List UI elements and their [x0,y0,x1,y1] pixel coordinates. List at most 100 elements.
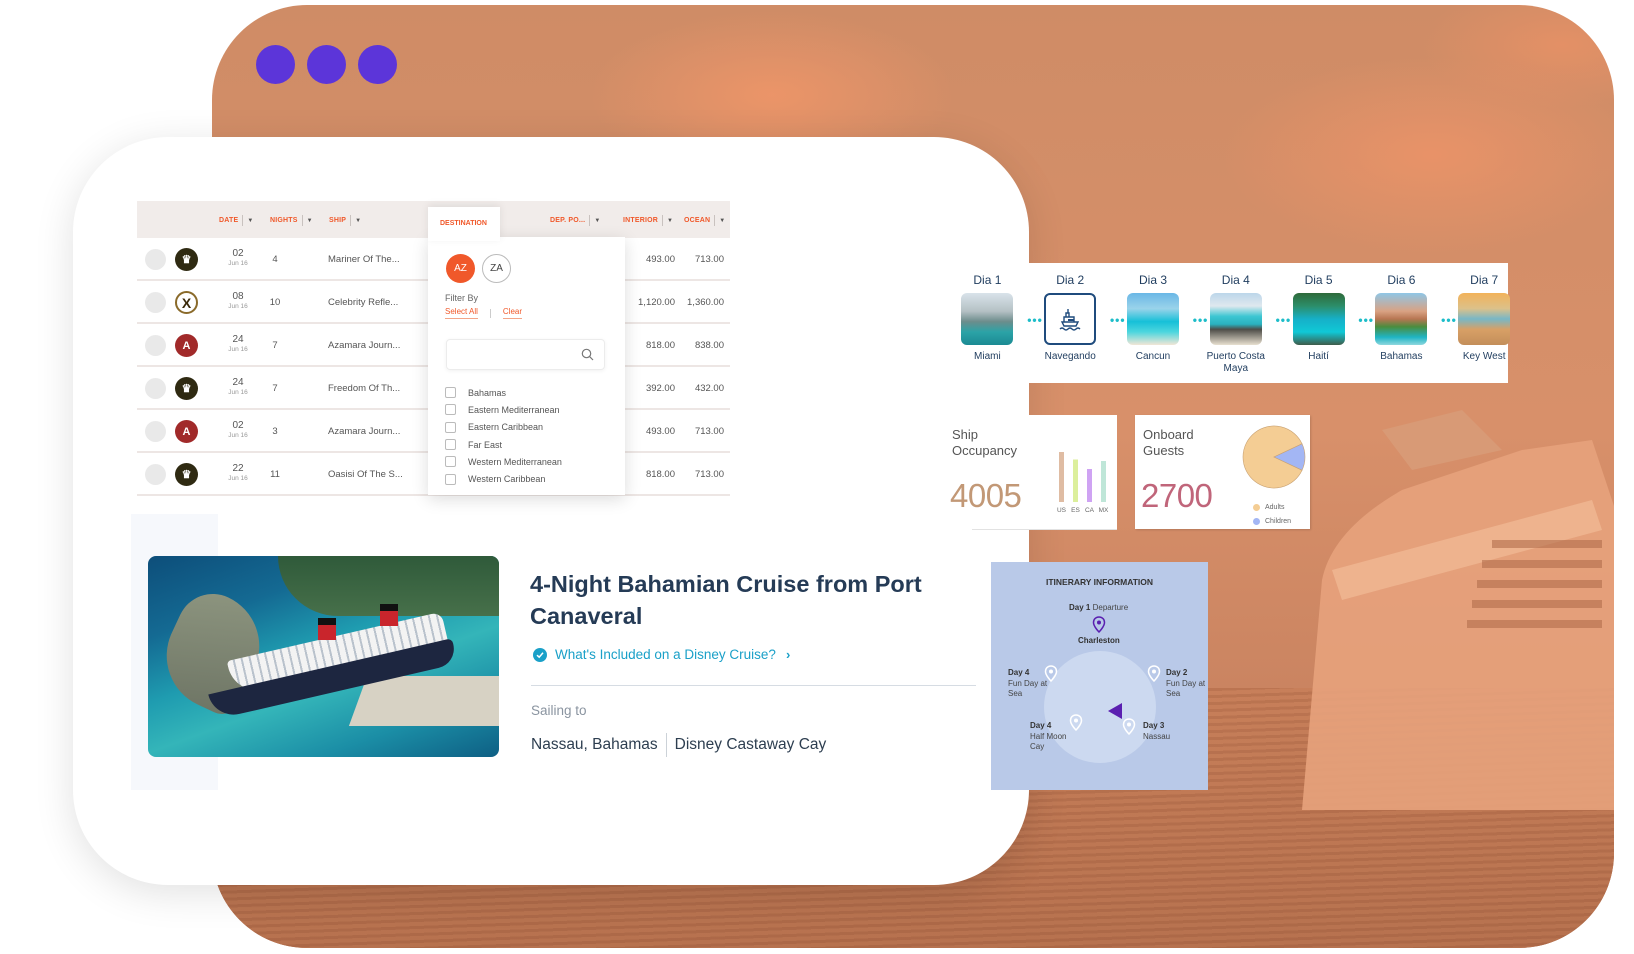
destination-option[interactable]: Bahamas [445,384,562,401]
checkbox[interactable] [445,456,456,468]
nights-cell: 7 [272,383,278,394]
bar-label: CA [1085,507,1095,514]
search-icon [581,348,594,361]
ship-cell: Mariner Of The... [328,254,400,265]
caret-down-icon[interactable]: ▼ [355,218,361,224]
row-select-radio[interactable] [145,378,166,399]
destination-option[interactable]: Western Caribbean [445,470,562,487]
ocean-price-cell: 432.00 [694,383,724,394]
destination-thumbnail[interactable] [1375,293,1428,345]
window-dot-icon[interactable] [307,45,346,84]
nights-cell: 11 [270,469,280,480]
destination-option[interactable]: Eastern Caribbean [445,419,562,436]
checkbox[interactable] [445,421,456,433]
day-item[interactable]: Dia 5 Haití ••• [1277,273,1373,375]
azamara-logo-icon: A [175,420,198,443]
map-pin-icon[interactable] [1147,665,1161,682]
checkbox[interactable] [445,473,456,485]
map-pin-active-icon[interactable] [1092,616,1106,633]
map-pin-icon[interactable] [1044,665,1058,682]
caret-down-icon[interactable]: ▼ [247,218,253,224]
destination-thumbnail[interactable] [1209,293,1262,345]
day-place: Miami [974,351,1001,362]
destination-option[interactable]: Far East [445,436,562,453]
column-header-date[interactable]: DATE ▼ [219,215,253,226]
bar-ca [1087,469,1092,502]
sort-ascending-button[interactable]: AZ [446,254,475,283]
destination-thumbnail[interactable] [961,293,1014,345]
day-label: Dia 7 [1470,273,1499,287]
legend-swatch [1253,503,1260,511]
whats-included-link[interactable]: What's Included on a Disney Cruise? › [533,647,790,662]
royal-caribbean-logo-icon: ♛ [175,377,198,400]
destination-option[interactable]: Western Mediterranean [445,453,562,470]
sail-date: 22 Jun 16 [228,463,248,482]
ship-cell: Freedom Of Th... [328,383,401,394]
column-header-destination[interactable]: DESTINATION [428,207,500,241]
day-label: Dia 5 [1304,273,1333,287]
interior-price-cell: 493.00 [645,426,675,437]
day-item[interactable]: Dia 7 Key West [1443,273,1526,375]
window-dot-icon[interactable] [256,45,295,84]
bar-us [1059,452,1064,502]
caret-down-icon[interactable]: ▼ [594,218,600,224]
destination-thumbnail[interactable] [1044,293,1097,345]
map-pin-icon[interactable] [1069,714,1083,731]
column-header-ship[interactable]: SHIP ▼ [329,215,361,226]
select-all-link[interactable]: Select All [445,307,478,319]
azamara-logo-icon: A [175,334,198,357]
caret-down-icon[interactable]: ▼ [307,218,313,224]
row-select-radio[interactable] [145,421,166,442]
clear-link[interactable]: Clear [502,307,523,319]
ship-occupancy-value: 4005 [950,477,1022,514]
divider [531,685,976,686]
day-item[interactable]: Dia 3 Cancun ••• [1112,273,1207,375]
column-header-interior[interactable]: INTERIOR ▼ [623,215,673,226]
cruise-ship-image [148,556,499,757]
itinerary-panel: ITINERARY INFORMATION Day 1 Departure Ch… [991,562,1208,790]
destination-thumbnail[interactable] [1292,293,1345,345]
column-header-dep-port[interactable]: DEP. PO... ▼ [550,215,600,226]
destination-search-input[interactable] [446,339,605,370]
royal-caribbean-logo-icon: ♛ [175,463,198,486]
destination-thumbnail[interactable] [1458,293,1511,345]
royal-caribbean-logo-icon: ♛ [175,248,198,271]
caret-down-icon[interactable]: ▼ [719,218,725,224]
onboard-guests-value: 2700 [1141,477,1213,514]
ship-icon [1059,309,1081,331]
sort-descending-button[interactable]: ZA [482,254,511,283]
map-pin-icon[interactable] [1122,718,1136,735]
ship-cell: Oasisi Of The S... [328,469,403,480]
sail-date: 24 Jun 16 [228,377,248,396]
ocean-price-cell: 1,360.00 [687,297,724,308]
caret-down-icon[interactable]: ▼ [667,218,673,224]
bar-label: ES [1071,507,1080,514]
day-item[interactable]: Dia 2 Navegando ••• [1029,273,1125,375]
sailing-to-label: Sailing to [531,703,587,718]
row-select-radio[interactable] [145,335,166,356]
checkbox[interactable] [445,387,456,399]
row-select-radio[interactable] [145,292,166,313]
row-select-radio[interactable] [145,464,166,485]
destination-thumbnail[interactable] [1126,293,1179,345]
occupancy-bar-chart: US ES CA MX [1057,452,1109,514]
day-item[interactable]: Dia 1 Miami ••• [946,273,1042,375]
column-header-ocean[interactable]: OCEAN ▼ [684,215,725,226]
day-item[interactable]: Dia 6 Bahamas ••• [1360,273,1456,375]
column-header-nights[interactable]: NIGHTS ▼ [270,215,313,226]
legend-item: Adults [1253,500,1291,514]
day-item[interactable]: Dia 4 Puerto Costa Maya ••• [1194,273,1291,375]
filter-actions: Select All Clear [445,307,523,319]
checkbox[interactable] [445,439,456,451]
row-select-radio[interactable] [145,249,166,270]
ocean-price-cell: 713.00 [694,426,724,437]
checkbox[interactable] [445,404,456,416]
interior-price-cell: 392.00 [645,383,675,394]
day-place: Haití [1308,351,1329,362]
window-dot-icon[interactable] [358,45,397,84]
ship-cell: Celebrity Refle... [328,297,399,308]
sail-date: 24 Jun 16 [228,334,248,353]
destination-option[interactable]: Eastern Mediterranean [445,401,562,418]
cruise-ship-photo [1302,410,1614,810]
interior-price-cell: 818.00 [645,340,675,351]
